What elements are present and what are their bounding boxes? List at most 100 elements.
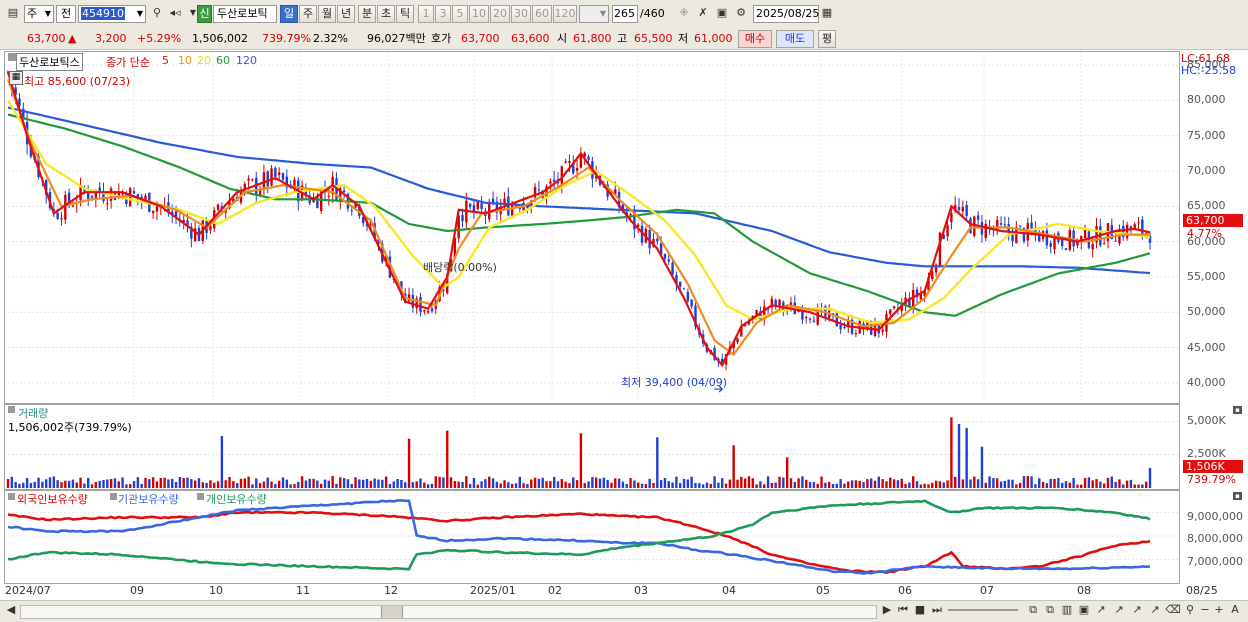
search-icon[interactable]: ⚲ xyxy=(148,5,166,23)
interval-10[interactable]: 10 xyxy=(469,5,489,23)
volume-bar xyxy=(41,481,44,488)
volume-bar xyxy=(938,481,942,488)
panel-handle-icon[interactable] xyxy=(8,406,15,413)
font-size-icon[interactable]: A xyxy=(1226,602,1244,620)
volume-panel[interactable] xyxy=(4,404,1180,490)
interval-5[interactable]: 5 xyxy=(452,5,468,23)
period-monthly[interactable]: 월 xyxy=(318,5,336,23)
copy-icon[interactable]: ⧉ xyxy=(1041,602,1059,620)
candle-body xyxy=(1003,224,1007,226)
eval-button[interactable]: 평 xyxy=(818,30,836,48)
volume-bar xyxy=(763,484,766,488)
interval-120[interactable]: 120 xyxy=(553,5,577,23)
interval-60[interactable]: 60 xyxy=(532,5,552,23)
volume-bar xyxy=(862,482,865,488)
volume-bar xyxy=(60,482,63,488)
period-weekly[interactable]: 주 xyxy=(299,5,317,23)
pattern-icon[interactable]: ↗ xyxy=(1146,602,1164,620)
price-panel[interactable] xyxy=(4,51,1180,404)
volume-chart xyxy=(5,417,1179,488)
stock-code-input[interactable]: 454910 ▼ xyxy=(78,5,146,23)
calendar-icon[interactable]: ▦ xyxy=(818,5,836,23)
line-tool-icon[interactable]: ↗ xyxy=(1110,602,1128,620)
panel-handle-icon[interactable] xyxy=(110,493,117,500)
candle-body xyxy=(976,215,980,220)
volume-bar xyxy=(556,481,560,488)
volume-bar xyxy=(1087,477,1091,488)
stop-icon[interactable]: ■ xyxy=(911,602,929,620)
fib-icon[interactable]: ↗ xyxy=(1128,602,1146,620)
candle-body xyxy=(812,320,816,323)
volume-bar xyxy=(587,481,590,488)
bid-price: 63,600 xyxy=(511,32,550,45)
sound-icon[interactable]: ◂◃ xyxy=(166,5,184,23)
period-tick[interactable]: 틱 xyxy=(396,5,414,23)
compare-icon[interactable]: ⧉ xyxy=(1024,602,1042,620)
ma10-legend: 10 xyxy=(178,54,192,67)
draw-icon[interactable]: ✗ xyxy=(694,5,712,23)
volume-bar xyxy=(442,477,445,488)
candle-body xyxy=(144,195,147,200)
dividend-annotation: 배당락(0.00%) xyxy=(423,261,497,274)
volume-bar xyxy=(213,482,216,488)
zoom-slider[interactable] xyxy=(948,609,1018,611)
volume-bar xyxy=(6,479,10,488)
period-second[interactable]: 초 xyxy=(377,5,395,23)
x-axis-label: 07 xyxy=(980,584,994,597)
panel-handle-icon[interactable] xyxy=(197,493,204,500)
holding-panel[interactable] xyxy=(4,490,1180,584)
volume-bar xyxy=(728,479,732,488)
panel-handle-icon[interactable] xyxy=(8,493,15,500)
x-axis-label: 06 xyxy=(898,584,912,597)
interval-3[interactable]: 3 xyxy=(435,5,451,23)
table-icon[interactable]: ▦ xyxy=(9,71,23,85)
volume-bar xyxy=(1003,480,1007,488)
display-count-input[interactable]: 265 xyxy=(612,5,638,23)
high-annotation: 최고 85,600 (07/23) xyxy=(24,75,131,88)
price-panel-title[interactable]: 두산로보틱스 xyxy=(16,53,83,71)
interval-1[interactable]: 1 xyxy=(418,5,434,23)
market-type-select[interactable]: 주 ▼ xyxy=(24,5,54,23)
high-label: 고 xyxy=(617,32,628,45)
candle-body xyxy=(251,179,254,181)
volume-bar xyxy=(614,478,617,488)
volume-bar xyxy=(743,478,747,488)
custom-interval-select[interactable]: ▼ xyxy=(579,5,609,23)
trend-icon[interactable]: ↗ xyxy=(1092,602,1110,620)
volume-bar xyxy=(896,480,900,488)
volume-bar xyxy=(617,478,621,488)
scrollbar-track[interactable] xyxy=(20,605,877,619)
volume-bar xyxy=(102,479,105,488)
eraser-icon[interactable]: ⌫ xyxy=(1164,602,1182,620)
scrollbar-thumb[interactable] xyxy=(381,606,403,618)
full-toggle[interactable]: 전 xyxy=(56,5,76,23)
gear-icon[interactable]: ⚙ xyxy=(732,5,750,23)
date-input[interactable]: 2025/08/25 xyxy=(753,5,819,23)
period-yearly[interactable]: 년 xyxy=(337,5,355,23)
candle-body xyxy=(247,178,250,181)
volume-bar xyxy=(255,478,258,488)
forward-icon[interactable]: ⏭ xyxy=(928,602,946,620)
interval-20[interactable]: 20 xyxy=(490,5,510,23)
scroll-left-icon[interactable]: ◀ xyxy=(2,602,20,620)
current-price-tag: 63,700 xyxy=(1183,214,1243,227)
rewind-icon[interactable]: ⏮ xyxy=(894,602,912,620)
volume-bar xyxy=(911,476,915,488)
period-minute[interactable]: 분 xyxy=(358,5,376,23)
candle-body xyxy=(90,195,94,198)
volume-bar xyxy=(957,424,961,488)
grid-icon[interactable]: ⁜ xyxy=(675,5,693,23)
layout-icon[interactable]: ▥ xyxy=(1058,602,1076,620)
panel-handle-icon[interactable] xyxy=(8,53,16,61)
period-daily[interactable]: 일 xyxy=(280,5,298,23)
buy-button[interactable]: 매수 xyxy=(738,30,772,48)
sell-button[interactable]: 매도 xyxy=(776,30,814,48)
save-icon[interactable]: ▣ xyxy=(713,5,731,23)
volume-bar xyxy=(1068,482,1071,488)
indicator-icon[interactable]: ▣ xyxy=(1075,602,1093,620)
volume-bar xyxy=(423,482,426,488)
volume-bar xyxy=(281,477,285,488)
window-menu-icon[interactable]: ▤ xyxy=(4,5,22,23)
interval-30[interactable]: 30 xyxy=(511,5,531,23)
volume-bar xyxy=(182,478,185,488)
